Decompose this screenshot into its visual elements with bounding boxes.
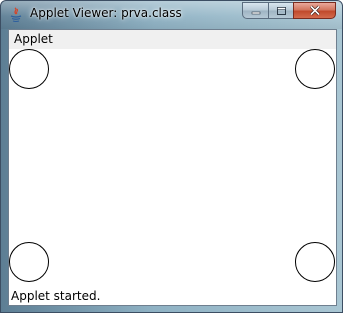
window-controls xyxy=(242,2,336,20)
minimize-icon xyxy=(251,11,260,14)
close-button[interactable] xyxy=(293,2,336,19)
maximize-button[interactable] xyxy=(268,2,293,19)
circle-top-left xyxy=(9,49,49,89)
applet-viewer-client: Applet Applet started. xyxy=(8,29,337,306)
status-text: Applet started. xyxy=(11,289,101,303)
circle-bottom-right xyxy=(295,242,335,282)
applet-canvas[interactable] xyxy=(9,49,336,283)
menu-bar: Applet xyxy=(9,30,336,49)
circle-bottom-left xyxy=(9,242,49,282)
applet-drawing xyxy=(9,49,335,282)
window-title: Applet Viewer: prva.class xyxy=(30,6,182,20)
maximize-icon xyxy=(276,6,286,15)
applet-viewer-window: Applet Viewer: prva.class Applet Applet … xyxy=(0,0,343,313)
circle-top-right xyxy=(295,49,335,89)
menu-applet[interactable]: Applet xyxy=(14,32,53,46)
minimize-button[interactable] xyxy=(242,2,268,19)
java-icon[interactable] xyxy=(9,7,23,22)
close-icon xyxy=(309,5,320,16)
title-bar[interactable]: Applet Viewer: prva.class xyxy=(1,1,342,29)
